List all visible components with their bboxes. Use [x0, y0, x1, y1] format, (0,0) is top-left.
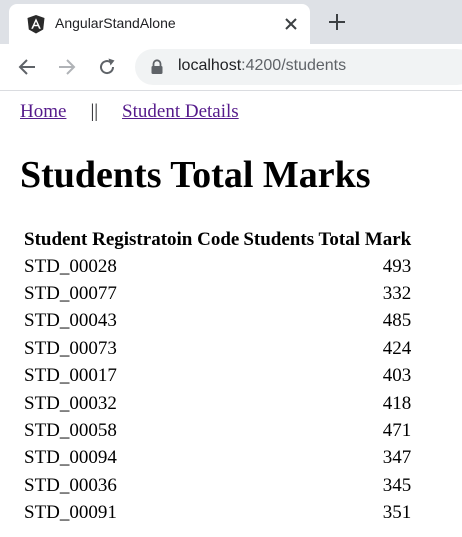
home-link[interactable]: Home: [20, 101, 66, 122]
registration-code-cell: STD_00058: [24, 420, 117, 442]
browser-toolbar: localhost:4200/students: [0, 44, 462, 91]
url-text[interactable]: localhost:4200/students: [178, 57, 346, 75]
registration-code-cell: STD_00017: [24, 365, 117, 387]
table-row: STD_00073 424: [23, 336, 412, 361]
tab-title: AngularStandAlone: [55, 15, 176, 31]
table-row: STD_00043 485: [23, 309, 412, 334]
registration-code-cell: STD_00091: [24, 502, 117, 524]
page-title: Students Total Marks: [20, 154, 371, 196]
total-mark-cell: 345: [382, 474, 412, 496]
registration-code-cell: STD_00036: [24, 474, 117, 496]
table-row: STD_00077 332: [23, 281, 412, 306]
tab-strip: AngularStandAlone: [0, 0, 462, 44]
registration-code-cell: STD_00094: [24, 447, 117, 469]
nav-separator: ||: [90, 101, 99, 122]
registration-code-cell: STD_00073: [24, 337, 117, 359]
nav-links: Home || Student Details: [20, 101, 239, 123]
table-row: STD_00094 347: [23, 446, 412, 471]
total-mark-cell: 403: [382, 365, 412, 387]
table-row: STD_00058 471: [23, 418, 412, 443]
address-bar[interactable]: localhost:4200/students: [135, 49, 462, 85]
table-row: STD_00091 351: [23, 501, 412, 526]
total-mark-cell: 424: [382, 337, 412, 359]
total-mark-cell: 471: [382, 420, 412, 442]
total-mark-cell: 332: [382, 283, 412, 305]
column-header-total-mark: Students Total Mark: [243, 228, 412, 250]
table-row: STD_00028 493: [23, 254, 412, 279]
url-host: localhost: [178, 57, 242, 74]
reload-icon[interactable]: [96, 56, 118, 78]
total-mark-cell: 493: [382, 255, 412, 277]
total-mark-cell: 347: [382, 447, 412, 469]
table-row: STD_00036 345: [23, 473, 412, 498]
registration-code-cell: STD_00032: [24, 392, 117, 414]
back-arrow-icon[interactable]: [16, 56, 38, 78]
close-icon[interactable]: [281, 14, 301, 34]
table-header-row: Student Registratoin Code Students Total…: [23, 227, 412, 252]
students-marks-table: Student Registratoin Code Students Total…: [21, 225, 414, 528]
column-header-registration-code: Student Registratoin Code: [24, 228, 240, 250]
total-mark-cell: 485: [382, 310, 412, 332]
registration-code-cell: STD_00043: [24, 310, 117, 332]
angular-logo-icon: [27, 15, 45, 34]
student-details-link[interactable]: Student Details: [122, 101, 239, 122]
browser-tab[interactable]: AngularStandAlone: [9, 4, 310, 44]
new-tab-plus-icon[interactable]: [326, 11, 348, 33]
registration-code-cell: STD_00077: [24, 283, 117, 305]
url-path: :4200/students: [241, 57, 347, 74]
lock-icon[interactable]: [150, 59, 164, 75]
total-mark-cell: 351: [382, 502, 412, 524]
table-row: STD_00032 418: [23, 391, 412, 416]
page-content: Home || Student Details Students Total Mar…: [0, 91, 462, 537]
total-mark-cell: 418: [382, 392, 412, 414]
table-row: STD_00017 403: [23, 364, 412, 389]
registration-code-cell: STD_00028: [24, 255, 117, 277]
forward-arrow-icon[interactable]: [56, 56, 78, 78]
